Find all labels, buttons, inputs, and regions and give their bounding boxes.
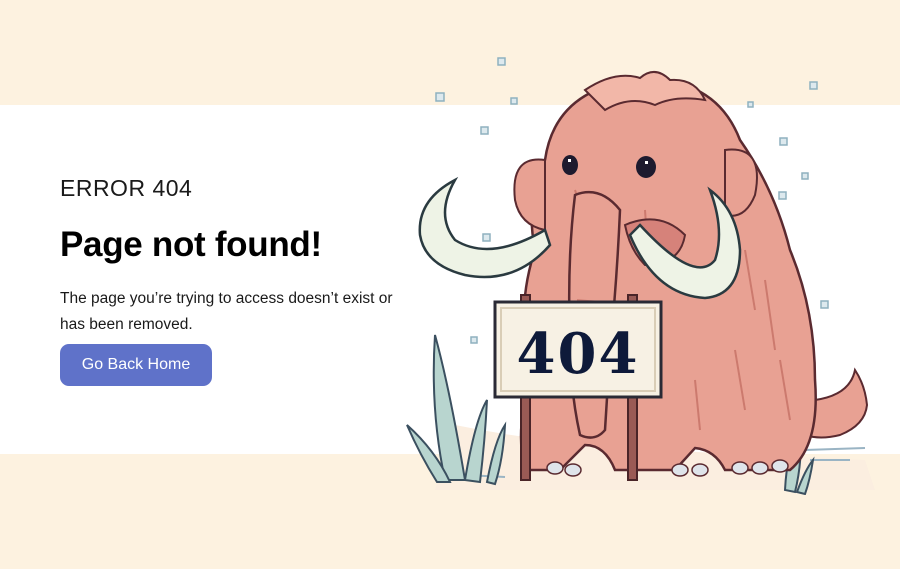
page-title: Page not found! <box>60 225 322 264</box>
go-back-home-button[interactable]: Go Back Home <box>60 344 212 386</box>
mammoth-illustration: 404 <box>406 57 875 495</box>
error-description: The page you’re trying to access doesn’t… <box>60 290 393 333</box>
error-page: ERROR 404 Page not found! The page you’r… <box>0 0 900 569</box>
sign-text: 404 <box>517 321 640 387</box>
sign-404: 404 <box>493 300 663 399</box>
error-text-block: ERROR 404 Page not found! The page you’r… <box>60 174 420 338</box>
error-code-label: ERROR 404 <box>60 175 193 201</box>
